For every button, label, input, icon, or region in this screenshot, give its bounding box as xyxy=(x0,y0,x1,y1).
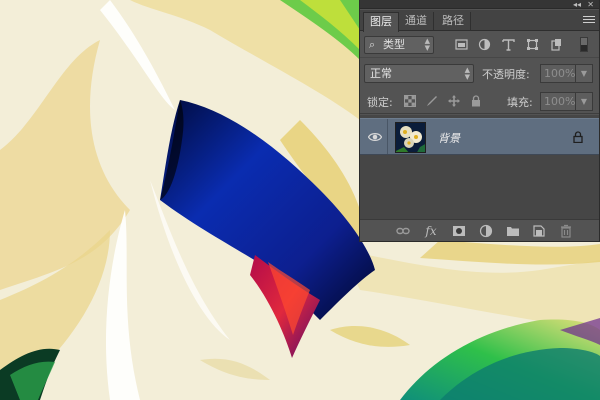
fill-dropdown-icon[interactable]: ▼ xyxy=(576,92,593,111)
adjustment-layer-icon[interactable] xyxy=(479,224,493,238)
adjustment-filter-icon[interactable] xyxy=(478,38,491,51)
add-mask-icon[interactable] xyxy=(452,224,466,238)
delete-layer-icon[interactable] xyxy=(559,224,573,238)
panel-title-bar[interactable]: ◂◂ ✕ xyxy=(360,0,599,9)
layer-thumbnail[interactable] xyxy=(395,122,426,153)
panel-menu-icon[interactable] xyxy=(583,16,595,25)
layer-name[interactable]: 背景 xyxy=(438,130,460,146)
filter-toggle[interactable] xyxy=(580,37,588,52)
eye-icon[interactable] xyxy=(368,132,382,142)
stepper-icon: ▲ ▼ xyxy=(424,37,430,52)
new-group-icon[interactable] xyxy=(506,224,520,238)
lock-position-icon[interactable] xyxy=(448,95,460,107)
layer-row-background[interactable]: 背景 xyxy=(360,118,599,155)
lock-transparent-pixels-icon[interactable] xyxy=(404,95,416,107)
smart-object-filter-icon[interactable] xyxy=(550,38,563,51)
layer-lock-icon xyxy=(573,131,583,143)
image-filter-icon[interactable] xyxy=(455,38,468,51)
panel-tab-bar: 图层 通道 路径 xyxy=(360,10,599,32)
shape-filter-icon[interactable] xyxy=(526,38,539,51)
link-layers-icon[interactable] xyxy=(396,224,410,238)
filter-type-select[interactable]: ⌕ 类型 ▲ ▼ xyxy=(364,36,434,54)
tab-paths[interactable]: 路径 xyxy=(436,12,471,31)
lock-label: 锁定: xyxy=(367,96,393,109)
fill-label: 填充: xyxy=(507,96,533,109)
blend-mode-value: 正常 xyxy=(370,67,392,80)
lock-all-icon[interactable] xyxy=(470,95,482,107)
filter-type-label: 类型 xyxy=(383,38,405,51)
new-layer-icon[interactable] xyxy=(532,224,546,238)
opacity-dropdown-icon[interactable]: ▼ xyxy=(576,64,593,83)
blend-mode-select[interactable]: 正常 ▲ ▼ xyxy=(364,64,474,83)
close-panel-icon[interactable]: ◂◂ xyxy=(573,0,581,9)
fx-icon[interactable]: fx xyxy=(424,224,438,238)
opacity-field[interactable]: 100% xyxy=(540,64,576,83)
layers-bottom-toolbar: fx xyxy=(360,219,599,241)
layer-visibility-toggle[interactable] xyxy=(360,119,388,154)
type-filter-icon[interactable] xyxy=(502,38,515,51)
tab-channels[interactable]: 通道 xyxy=(399,12,434,31)
layers-list: 背景 xyxy=(360,115,599,219)
layer-filter-row: ⌕ 类型 ▲ ▼ xyxy=(360,32,599,58)
search-icon: ⌕ xyxy=(369,38,376,51)
stepper-icon: ▲ ▼ xyxy=(464,66,470,81)
thumbnail-image-icon xyxy=(396,123,425,152)
layers-panel: ◂◂ ✕ 图层 通道 路径 ⌕ 类型 ▲ ▼ 正常 ▲ ▼ 不透明度: 100% ▼ … xyxy=(359,0,600,242)
lock-image-pixels-icon[interactable] xyxy=(426,95,438,107)
opacity-label: 不透明度: xyxy=(482,68,530,81)
collapse-panel-icon[interactable]: ✕ xyxy=(587,0,594,9)
fill-field[interactable]: 100% xyxy=(540,92,576,111)
tab-layers[interactable]: 图层 xyxy=(363,12,399,32)
